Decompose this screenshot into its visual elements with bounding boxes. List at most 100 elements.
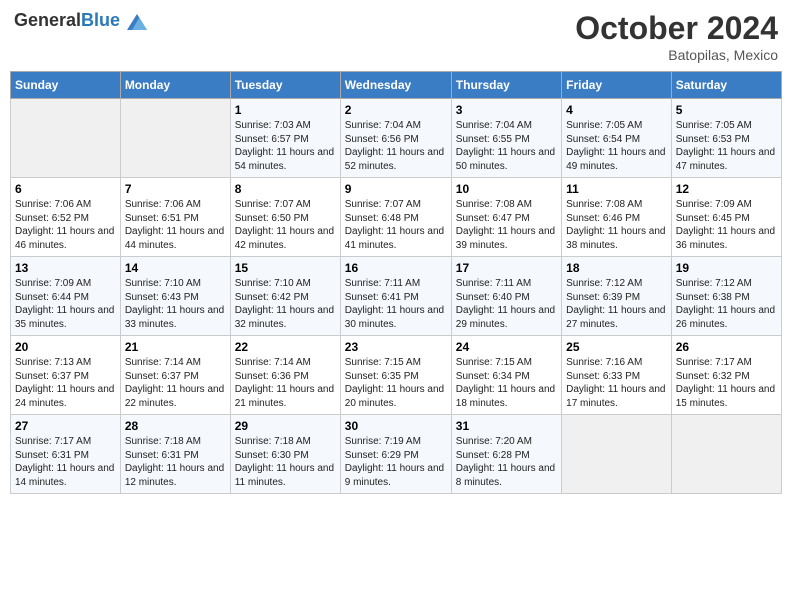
day-number: 7 <box>125 182 226 196</box>
calendar-cell: 28 Sunrise: 7:18 AM Sunset: 6:31 PM Dayli… <box>120 415 230 494</box>
calendar-cell: 10 Sunrise: 7:08 AM Sunset: 6:47 PM Dayli… <box>451 178 561 257</box>
day-number: 30 <box>345 419 447 433</box>
day-info: Sunrise: 7:04 AM Sunset: 6:55 PM Dayligh… <box>456 119 557 173</box>
calendar-cell: 16Sunrise: 7:11 AM Sunset: 6:41 PM Dayli… <box>340 257 451 336</box>
day-number: 9 <box>345 182 447 196</box>
day-info: Sunrise: 7:17 AM Sunset: 6:31 PM Dayligh… <box>15 435 116 489</box>
logo-icon <box>127 14 147 30</box>
day-number: 31 <box>456 419 557 433</box>
day-info: Sunrise: 7:16 AM Sunset: 6:33 PM Dayligh… <box>566 356 667 410</box>
day-info: Sunrise: 7:07 AM Sunset: 6:50 PM Dayligh… <box>235 198 336 252</box>
day-number: 17 <box>456 261 557 275</box>
day-number: 13 <box>15 261 116 275</box>
day-info: Sunrise: 7:07 AM Sunset: 6:48 PM Dayligh… <box>345 198 447 252</box>
logo: GeneralBlue <box>14 10 147 31</box>
calendar-header: SundayMondayTuesdayWednesdayThursdayFrid… <box>11 72 782 99</box>
day-header-saturday: Saturday <box>671 72 781 99</box>
day-info: Sunrise: 7:18 AM Sunset: 6:30 PM Dayligh… <box>235 435 336 489</box>
calendar-cell: 15 Sunrise: 7:10 AM Sunset: 6:42 PM Dayli… <box>230 257 340 336</box>
calendar-cell: 27 Sunrise: 7:17 AM Sunset: 6:31 PM Dayli… <box>11 415 121 494</box>
calendar-cell: 11 Sunrise: 7:08 AM Sunset: 6:46 PM Dayli… <box>562 178 672 257</box>
day-number: 3 <box>456 103 557 117</box>
calendar-cell: 24 Sunrise: 7:15 AM Sunset: 6:34 PM Dayli… <box>451 336 561 415</box>
day-info: Sunrise: 7:05 AM Sunset: 6:53 PM Dayligh… <box>676 119 777 173</box>
calendar-cell: 25 Sunrise: 7:16 AM Sunset: 6:33 PM Dayli… <box>562 336 672 415</box>
calendar-table: SundayMondayTuesdayWednesdayThursdayFrid… <box>10 71 782 494</box>
day-info: Sunrise: 7:05 AM Sunset: 6:54 PM Dayligh… <box>566 119 667 173</box>
calendar-cell: 5Sunrise: 7:05 AM Sunset: 6:53 PM Daylig… <box>671 99 781 178</box>
calendar-cell: 23Sunrise: 7:15 AM Sunset: 6:35 PM Dayli… <box>340 336 451 415</box>
day-number: 28 <box>125 419 226 433</box>
header-row: SundayMondayTuesdayWednesdayThursdayFrid… <box>11 72 782 99</box>
day-number: 18 <box>566 261 667 275</box>
day-info: Sunrise: 7:10 AM Sunset: 6:42 PM Dayligh… <box>235 277 336 331</box>
day-info: Sunrise: 7:09 AM Sunset: 6:45 PM Dayligh… <box>676 198 777 252</box>
day-header-monday: Monday <box>120 72 230 99</box>
day-header-thursday: Thursday <box>451 72 561 99</box>
week-row-5: 27 Sunrise: 7:17 AM Sunset: 6:31 PM Dayli… <box>11 415 782 494</box>
calendar-cell: 1 Sunrise: 7:03 AM Sunset: 6:57 PM Daylig… <box>230 99 340 178</box>
day-number: 12 <box>676 182 777 196</box>
day-number: 23 <box>345 340 447 354</box>
day-info: Sunrise: 7:06 AM Sunset: 6:52 PM Dayligh… <box>15 198 116 252</box>
calendar-cell: 21 Sunrise: 7:14 AM Sunset: 6:37 PM Dayli… <box>120 336 230 415</box>
day-number: 22 <box>235 340 336 354</box>
calendar-cell: 18 Sunrise: 7:12 AM Sunset: 6:39 PM Dayli… <box>562 257 672 336</box>
day-info: Sunrise: 7:12 AM Sunset: 6:39 PM Dayligh… <box>566 277 667 331</box>
calendar-cell: 20Sunrise: 7:13 AM Sunset: 6:37 PM Dayli… <box>11 336 121 415</box>
calendar-cell <box>120 99 230 178</box>
day-number: 21 <box>125 340 226 354</box>
week-row-3: 13Sunrise: 7:09 AM Sunset: 6:44 PM Dayli… <box>11 257 782 336</box>
day-info: Sunrise: 7:08 AM Sunset: 6:46 PM Dayligh… <box>566 198 667 252</box>
calendar-cell: 19Sunrise: 7:12 AM Sunset: 6:38 PM Dayli… <box>671 257 781 336</box>
calendar-cell <box>562 415 672 494</box>
calendar-cell: 2 Sunrise: 7:04 AM Sunset: 6:56 PM Daylig… <box>340 99 451 178</box>
logo-general: General <box>14 10 81 30</box>
calendar-cell: 12 Sunrise: 7:09 AM Sunset: 6:45 PM Dayli… <box>671 178 781 257</box>
day-info: Sunrise: 7:03 AM Sunset: 6:57 PM Dayligh… <box>235 119 336 173</box>
calendar-cell: 3 Sunrise: 7:04 AM Sunset: 6:55 PM Daylig… <box>451 99 561 178</box>
day-number: 15 <box>235 261 336 275</box>
day-number: 27 <box>15 419 116 433</box>
day-info: Sunrise: 7:15 AM Sunset: 6:34 PM Dayligh… <box>456 356 557 410</box>
day-info: Sunrise: 7:08 AM Sunset: 6:47 PM Dayligh… <box>456 198 557 252</box>
calendar-cell: 22Sunrise: 7:14 AM Sunset: 6:36 PM Dayli… <box>230 336 340 415</box>
calendar-cell: 29Sunrise: 7:18 AM Sunset: 6:30 PM Dayli… <box>230 415 340 494</box>
day-number: 20 <box>15 340 116 354</box>
week-row-1: 1 Sunrise: 7:03 AM Sunset: 6:57 PM Daylig… <box>11 99 782 178</box>
calendar-cell: 8Sunrise: 7:07 AM Sunset: 6:50 PM Daylig… <box>230 178 340 257</box>
calendar-cell <box>11 99 121 178</box>
day-info: Sunrise: 7:14 AM Sunset: 6:37 PM Dayligh… <box>125 356 226 410</box>
day-number: 25 <box>566 340 667 354</box>
week-row-4: 20Sunrise: 7:13 AM Sunset: 6:37 PM Dayli… <box>11 336 782 415</box>
day-info: Sunrise: 7:18 AM Sunset: 6:31 PM Dayligh… <box>125 435 226 489</box>
calendar-cell: 17Sunrise: 7:11 AM Sunset: 6:40 PM Dayli… <box>451 257 561 336</box>
calendar-cell: 26Sunrise: 7:17 AM Sunset: 6:32 PM Dayli… <box>671 336 781 415</box>
day-number: 24 <box>456 340 557 354</box>
calendar-cell: 7 Sunrise: 7:06 AM Sunset: 6:51 PM Daylig… <box>120 178 230 257</box>
day-number: 11 <box>566 182 667 196</box>
day-header-wednesday: Wednesday <box>340 72 451 99</box>
day-number: 1 <box>235 103 336 117</box>
day-info: Sunrise: 7:12 AM Sunset: 6:38 PM Dayligh… <box>676 277 777 331</box>
day-header-tuesday: Tuesday <box>230 72 340 99</box>
day-info: Sunrise: 7:06 AM Sunset: 6:51 PM Dayligh… <box>125 198 226 252</box>
day-info: Sunrise: 7:11 AM Sunset: 6:41 PM Dayligh… <box>345 277 447 331</box>
day-info: Sunrise: 7:19 AM Sunset: 6:29 PM Dayligh… <box>345 435 447 489</box>
month-title: October 2024 <box>575 10 778 47</box>
day-header-sunday: Sunday <box>11 72 121 99</box>
day-number: 6 <box>15 182 116 196</box>
calendar-cell <box>671 415 781 494</box>
page-header: GeneralBlue October 2024 Batopilas, Mexi… <box>10 10 782 63</box>
calendar-cell: 6 Sunrise: 7:06 AM Sunset: 6:52 PM Daylig… <box>11 178 121 257</box>
logo-blue: Blue <box>81 10 120 30</box>
day-number: 10 <box>456 182 557 196</box>
title-area: October 2024 Batopilas, Mexico <box>575 10 778 63</box>
day-number: 2 <box>345 103 447 117</box>
calendar-body: 1 Sunrise: 7:03 AM Sunset: 6:57 PM Daylig… <box>11 99 782 494</box>
day-number: 4 <box>566 103 667 117</box>
calendar-cell: 9 Sunrise: 7:07 AM Sunset: 6:48 PM Daylig… <box>340 178 451 257</box>
day-number: 26 <box>676 340 777 354</box>
calendar-cell: 31Sunrise: 7:20 AM Sunset: 6:28 PM Dayli… <box>451 415 561 494</box>
day-info: Sunrise: 7:04 AM Sunset: 6:56 PM Dayligh… <box>345 119 447 173</box>
